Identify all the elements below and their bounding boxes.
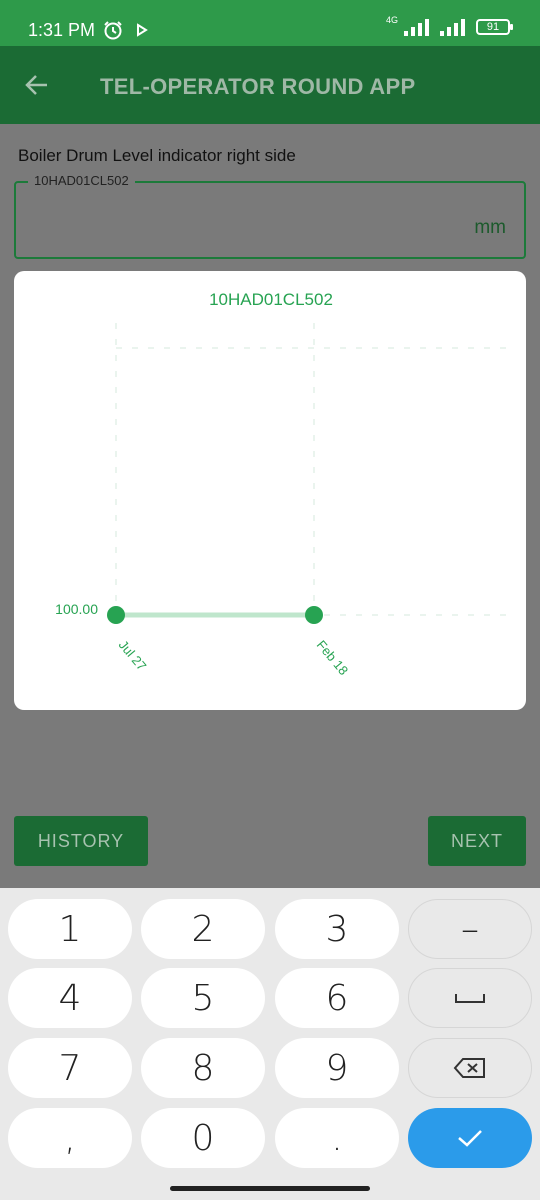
input-legend: 10HAD01CL502 [28,173,135,188]
data-point [305,606,323,624]
app-title: TEL-OPERATOR ROUND APP [100,74,416,99]
y-tick-label: 100.00 [55,601,98,617]
back-button[interactable] [18,66,56,104]
key-minus[interactable]: – [408,899,532,959]
key-3[interactable]: 3 [275,899,399,959]
status-bar: 1:31 PM 4G 91 [0,0,540,46]
arrow-back-icon [25,75,47,95]
backspace-icon [453,1058,485,1078]
space-icon [455,994,485,1003]
unit-suffix: mm [474,217,506,238]
key-1[interactable]: 1 [8,899,132,959]
key-comma[interactable]: , [8,1108,132,1168]
next-button[interactable]: NEXT [428,816,526,866]
key-5[interactable]: 5 [141,968,265,1028]
key-0[interactable]: 0 [141,1108,265,1168]
key-2[interactable]: 2 [141,899,265,959]
key-7[interactable]: 7 [8,1038,132,1098]
network-label: 4G [385,15,398,25]
key-8[interactable]: 8 [141,1038,265,1098]
trend-chart: 10HAD01CL502 100.00 Jul 27 Feb 18 [55,290,514,678]
data-point [107,606,125,624]
key-6[interactable]: 6 [275,968,399,1028]
reading-input[interactable]: 10HAD01CL502 mm [14,173,526,259]
check-icon [458,1130,482,1147]
key-9[interactable]: 9 [275,1038,399,1098]
key-period[interactable]: . [275,1108,399,1168]
key-space[interactable] [408,968,532,1028]
gesture-nav-bar [170,1186,370,1191]
status-time: 1:31 PM [28,20,96,40]
status-icons-left [102,19,148,41]
numeric-keyboard: 1 2 3 – 4 5 6 7 8 9 , 0 . [0,888,540,1200]
key-backspace[interactable] [408,1038,532,1098]
chart-title: 10HAD01CL502 [209,290,333,309]
app-bar: TEL-OPERATOR ROUND APP [0,46,540,124]
signal-icon [440,19,465,36]
battery-icon: 91 [476,19,513,35]
chart-dialog: 10HAD01CL502 100.00 Jul 27 Feb 18 [14,271,526,710]
key-done[interactable] [408,1108,532,1168]
signal-icon [404,19,429,36]
status-right: 4G 91 [385,15,513,36]
x-tick-label: Feb 18 [314,637,352,678]
key-4[interactable]: 4 [8,968,132,1028]
field-label: Boiler Drum Level indicator right side [18,146,296,165]
alarm-icon [104,21,122,40]
play-icon [137,23,148,37]
x-tick-label: Jul 27 [116,637,150,673]
history-button[interactable]: HISTORY [14,816,148,866]
